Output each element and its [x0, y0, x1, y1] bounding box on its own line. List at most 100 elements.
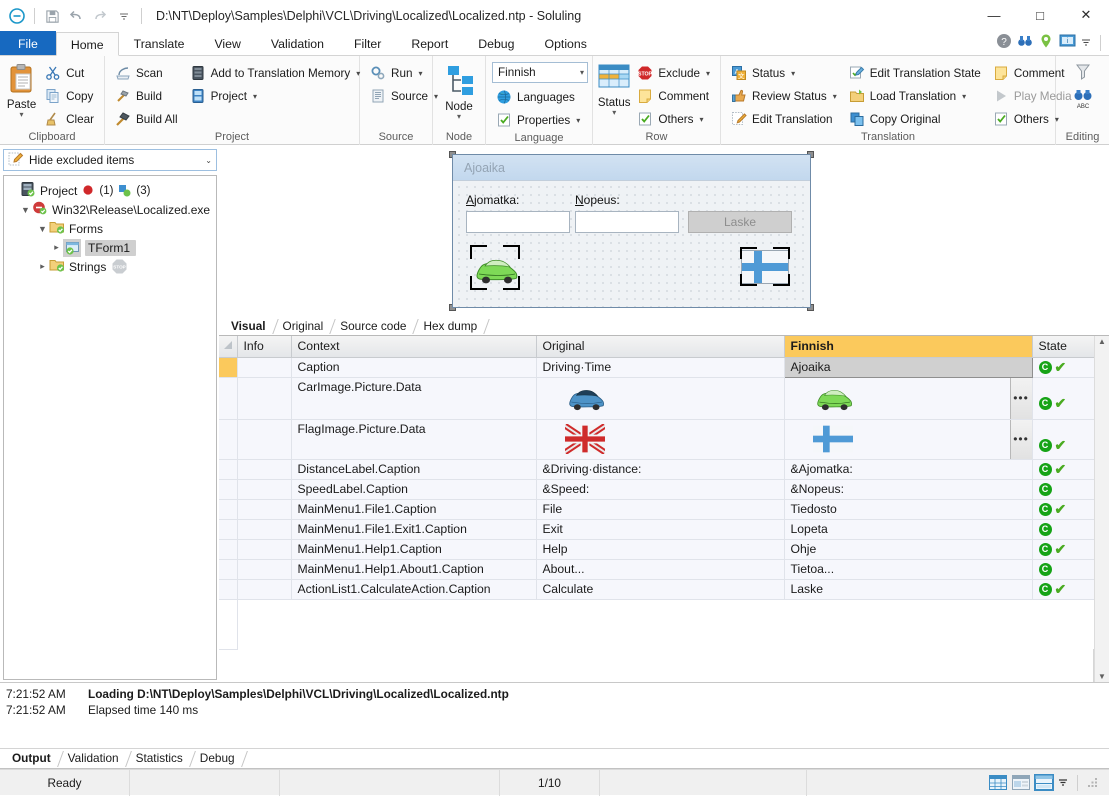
- status-dropdown-icon[interactable]: ▾: [612, 109, 616, 117]
- grid-view-icon[interactable]: [989, 775, 1007, 790]
- expander-icon[interactable]: ▸: [36, 261, 49, 272]
- chevron-down-icon[interactable]: ▾: [418, 69, 422, 78]
- filter-dropdown[interactable]: Hide excluded items ⌄: [3, 149, 217, 171]
- cell-translation[interactable]: Ohje: [784, 539, 1033, 560]
- translation-status-button[interactable]: A文 Status ▾: [725, 62, 843, 84]
- distance-edit[interactable]: [466, 211, 570, 233]
- ribbon-tab-view[interactable]: View: [199, 31, 255, 55]
- others-button[interactable]: Others ▾: [631, 108, 716, 130]
- chevron-down-icon[interactable]: ▾: [576, 116, 580, 125]
- column-header-info[interactable]: Info: [237, 336, 292, 358]
- chevron-down-icon[interactable]: ▾: [580, 68, 584, 77]
- row-marker[interactable]: [219, 559, 238, 580]
- row-marker[interactable]: [219, 459, 238, 480]
- find-abc-icon[interactable]: ABC: [1072, 88, 1094, 113]
- row-marker[interactable]: [219, 499, 238, 520]
- output-tab-output[interactable]: Output: [4, 749, 60, 768]
- properties-button[interactable]: Properties ▾: [490, 109, 588, 131]
- translation-grid[interactable]: Info Context Original Finnish State Capt…: [219, 336, 1095, 682]
- table-row[interactable]: SpeedLabel.Caption &Speed: &Nopeus: C: [219, 479, 1095, 500]
- cut-button[interactable]: Cut: [39, 62, 100, 84]
- languages-button[interactable]: Languages: [490, 86, 588, 108]
- ribbon-tab-options[interactable]: Options: [530, 31, 602, 55]
- tree-item-strings[interactable]: ▸ Strings STOP: [7, 257, 213, 276]
- clear-button[interactable]: Clear: [39, 108, 100, 130]
- tab-hex-dump[interactable]: Hex dump: [415, 317, 486, 335]
- node-dropdown-icon[interactable]: ▾: [457, 113, 461, 121]
- ribbon-tab-validation[interactable]: Validation: [256, 31, 339, 55]
- paste-button[interactable]: Paste ▾: [4, 61, 39, 119]
- chevron-down-icon[interactable]: ⌄: [205, 156, 212, 165]
- cell-translation-image[interactable]: 🔗 •••: [784, 377, 1033, 420]
- build-button[interactable]: Build: [109, 85, 184, 107]
- column-header-select[interactable]: [219, 336, 238, 358]
- paste-dropdown-icon[interactable]: ▾: [20, 111, 24, 119]
- copy-original-button[interactable]: Copy Original: [843, 108, 987, 130]
- calculate-button[interactable]: Laske: [688, 211, 792, 233]
- help-icon[interactable]: ?: [996, 33, 1012, 52]
- table-row[interactable]: FlagImage.Picture.Data ••• C ✔: [219, 419, 1095, 460]
- table-row[interactable]: MainMenu1.File1.Exit1.Caption Exit Lopet…: [219, 519, 1095, 540]
- cell-translation[interactable]: Tietoa...: [784, 559, 1033, 580]
- monitor-info-icon[interactable]: i: [1059, 33, 1076, 52]
- cell-translation[interactable]: &Nopeus:: [784, 479, 1033, 500]
- car-image[interactable]: [471, 248, 519, 288]
- funnel-icon[interactable]: [1074, 63, 1092, 84]
- cell-translation[interactable]: Laske: [784, 579, 1033, 600]
- ribbon-tab-home[interactable]: Home: [55, 32, 119, 56]
- node-button[interactable]: Node ▾: [437, 61, 481, 121]
- row-marker[interactable]: [219, 519, 238, 540]
- column-header-state[interactable]: State: [1032, 336, 1095, 358]
- comment-button[interactable]: Comment: [631, 85, 716, 107]
- table-row[interactable]: MainMenu1.Help1.Caption Help Ohje C ✔: [219, 539, 1095, 560]
- row-marker[interactable]: [219, 479, 238, 500]
- open-image-editor-button[interactable]: •••: [1009, 377, 1032, 419]
- view-dropdown-icon[interactable]: [1058, 776, 1068, 790]
- maximize-button[interactable]: □: [1017, 0, 1063, 30]
- scroll-up-icon[interactable]: ▲: [1098, 337, 1106, 346]
- form-preview-frame[interactable]: Ajoaika Ajomatka: Nopeus: Laske: [449, 151, 814, 311]
- row-marker[interactable]: [219, 419, 238, 460]
- expander-icon[interactable]: ▸: [50, 242, 63, 253]
- minimize-button[interactable]: —: [971, 0, 1017, 30]
- table-row[interactable]: Caption Driving·Time Ajoaika C ✔: [219, 356, 1095, 378]
- add-to-translation-memory-button[interactable]: Add to Translation Memory ▾: [184, 62, 367, 84]
- open-image-editor-button[interactable]: •••: [1009, 419, 1032, 459]
- chevron-down-icon[interactable]: ▾: [791, 69, 795, 78]
- soluling-logo-icon[interactable]: [6, 5, 28, 27]
- output-tab-statistics[interactable]: Statistics: [128, 749, 192, 768]
- chevron-down-icon[interactable]: ▾: [706, 69, 710, 78]
- cell-translation[interactable]: &Ajomatka:: [784, 459, 1033, 480]
- row-marker[interactable]: [219, 579, 238, 600]
- status-button[interactable]: Status ▾: [597, 61, 631, 117]
- cell-translation-image[interactable]: 🔗 •••: [784, 419, 1033, 460]
- output-tab-debug[interactable]: Debug: [192, 749, 244, 768]
- close-button[interactable]: ✕: [1063, 0, 1109, 30]
- project-button[interactable]: Project ▾: [184, 85, 367, 107]
- expander-icon[interactable]: ▼: [36, 224, 49, 234]
- form-view-icon[interactable]: [1012, 775, 1030, 790]
- table-row[interactable]: DistanceLabel.Caption &Driving·distance:…: [219, 459, 1095, 480]
- scan-button[interactable]: Scan: [109, 62, 184, 84]
- split-view-icon[interactable]: [1034, 774, 1054, 791]
- edit-translation-button[interactable]: Edit Translation: [725, 108, 843, 130]
- tree-item-forms[interactable]: ▼ Forms: [7, 219, 213, 238]
- ribbon-tab-file[interactable]: File: [0, 31, 56, 55]
- resize-gripper-icon[interactable]: [1087, 777, 1099, 789]
- build-all-button[interactable]: Build All: [109, 108, 184, 130]
- chevron-down-icon[interactable]: [1081, 36, 1091, 50]
- ribbon-tab-report[interactable]: Report: [396, 31, 463, 55]
- location-pin-icon[interactable]: [1038, 33, 1054, 52]
- chevron-down-icon[interactable]: ▾: [833, 92, 837, 101]
- save-icon[interactable]: [41, 5, 63, 27]
- cell-translation[interactable]: Tiedosto: [784, 499, 1033, 520]
- review-status-button[interactable]: Review Status ▾: [725, 85, 843, 107]
- exclude-button[interactable]: STOP Exclude ▾: [631, 62, 716, 84]
- column-header-context[interactable]: Context: [291, 336, 537, 358]
- customize-qat-icon[interactable]: [113, 5, 135, 27]
- flag-image[interactable]: [741, 250, 789, 284]
- chevron-down-icon[interactable]: ▾: [699, 115, 703, 124]
- tab-source-code[interactable]: Source code: [332, 317, 415, 335]
- ribbon-tab-translate[interactable]: Translate: [119, 31, 200, 55]
- scroll-down-icon[interactable]: ▼: [1098, 672, 1106, 681]
